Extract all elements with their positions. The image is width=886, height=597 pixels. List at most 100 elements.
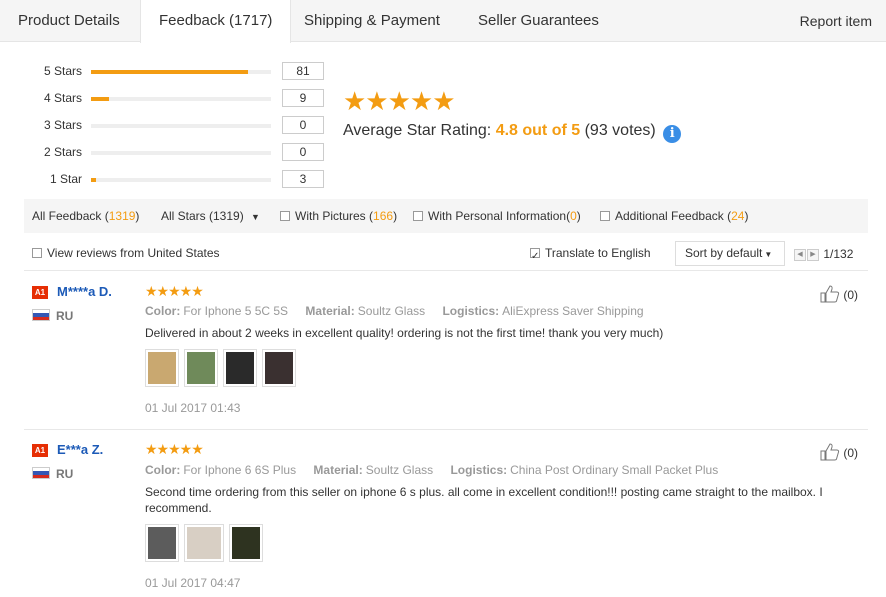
- average-rating: Average Star Rating: 4.8 out of 5 (93 vo…: [343, 122, 682, 143]
- attr-label: Color:: [145, 463, 181, 477]
- rating-label: 1 Star: [49, 172, 82, 186]
- helpful-button[interactable]: (0): [820, 443, 858, 461]
- rating-count: 81: [282, 62, 324, 80]
- filter-personal-info[interactable]: With Personal Information(0): [413, 199, 581, 233]
- filter-count: 24: [731, 209, 745, 223]
- rating-bar-fill: [91, 97, 109, 101]
- review-text: Delivered in about 2 weeks in excellent …: [145, 326, 664, 340]
- page-indicator: 1/132: [823, 247, 854, 261]
- chevron-down-icon: ▼: [251, 212, 260, 222]
- review-date: 01 Jul 2017 01:43: [145, 401, 241, 415]
- rating-row-4[interactable]: 4 Stars 9: [0, 89, 330, 109]
- rating-count: 3: [282, 170, 324, 188]
- average-stars: ★★★★★: [343, 86, 456, 116]
- review-photo-thumbnail[interactable]: [229, 524, 263, 562]
- rating-bar-fill: [91, 70, 248, 74]
- filter-all-feedback[interactable]: All Feedback (1319): [32, 199, 139, 233]
- translate-option[interactable]: Translate to English: [530, 241, 651, 269]
- filter-label: All Feedback: [32, 209, 102, 223]
- all-stars-label: All Stars (1319): [161, 209, 244, 223]
- review-stars: ★★★★★: [145, 441, 204, 457]
- filter-count: 0: [570, 209, 577, 223]
- attr-label: Color:: [145, 304, 181, 318]
- rating-bar: [91, 151, 271, 155]
- checkbox-checked[interactable]: [530, 245, 540, 269]
- attr-label: Logistics:: [450, 463, 508, 477]
- reviewer-name[interactable]: M****a D.: [57, 284, 112, 299]
- review-photo-thumbnail[interactable]: [145, 524, 179, 562]
- info-icon[interactable]: i: [663, 125, 682, 143]
- review-attributes: Color: For Iphone 6 6S Plus Material: Soul…: [145, 463, 718, 477]
- vote-count: (93 votes): [584, 122, 656, 139]
- pager: ◀ ▶ 1/132: [794, 247, 853, 261]
- rating-row-1[interactable]: 1 Star 3: [0, 170, 330, 190]
- all-stars-dropdown[interactable]: All Stars (1319) ▼: [161, 199, 260, 234]
- attr-label: Logistics:: [442, 304, 500, 318]
- rating-bar: [91, 124, 271, 128]
- filter-label: With Personal Information: [428, 209, 567, 223]
- level-badge: A1: [32, 286, 48, 299]
- filter-count: 166: [373, 209, 394, 223]
- rating-count: 9: [282, 89, 324, 107]
- thumbs-up-icon: [820, 285, 840, 303]
- sort-select[interactable]: Sort by default ▼: [675, 241, 785, 266]
- prev-page-button[interactable]: ◀: [794, 248, 806, 261]
- checkbox[interactable]: [413, 211, 423, 221]
- rating-label: 3 Stars: [43, 118, 82, 132]
- tab-product-details[interactable]: Product Details: [0, 0, 138, 42]
- helpful-count: (0): [843, 446, 858, 460]
- tab-seller-guarantees[interactable]: Seller Guarantees: [460, 0, 617, 42]
- rating-label: 2 Stars: [43, 145, 82, 159]
- review-photos: [145, 349, 301, 387]
- review-photo-thumbnail[interactable]: [223, 349, 257, 387]
- checkbox[interactable]: [280, 211, 290, 221]
- helpful-button[interactable]: (0): [820, 285, 858, 303]
- rating-bar: [91, 178, 271, 182]
- attr-label: Material:: [313, 463, 363, 477]
- rating-label: 4 Stars: [43, 91, 82, 105]
- review-photo-thumbnail[interactable]: [184, 524, 224, 562]
- rating-row-5[interactable]: 5 Stars 81: [0, 62, 330, 82]
- checkbox[interactable]: [600, 211, 610, 221]
- reviewer-country: RU: [56, 309, 74, 323]
- rating-bar: [91, 97, 271, 101]
- attr-material: Soultz Glass: [365, 463, 434, 477]
- tab-shipping-payment[interactable]: Shipping & Payment: [286, 0, 458, 42]
- review-photo-thumbnail[interactable]: [184, 349, 218, 387]
- filter-label: With Pictures: [295, 209, 366, 223]
- next-page-button[interactable]: ▶: [807, 248, 819, 261]
- level-badge: A1: [32, 444, 48, 457]
- report-item-link[interactable]: Report item: [800, 0, 872, 42]
- filter-additional[interactable]: Additional Feedback (24): [600, 199, 748, 233]
- review-text: Second time ordering from this seller on…: [145, 485, 823, 515]
- attr-logistics: AliExpress Saver Shipping: [502, 304, 644, 318]
- review-date: 01 Jul 2017 04:47: [145, 576, 241, 590]
- rating-bar-fill: [91, 178, 97, 182]
- attr-color: For Iphone 5 5C 5S: [183, 304, 289, 318]
- russia-flag-icon: [32, 467, 50, 479]
- checkbox[interactable]: [32, 248, 42, 258]
- reviewer-country: RU: [56, 467, 74, 481]
- review-stars: ★★★★★: [145, 283, 204, 299]
- view-us-option[interactable]: View reviews from United States: [32, 241, 220, 265]
- rating-bar: [91, 70, 271, 74]
- view-us-label: View reviews from United States: [47, 246, 220, 260]
- rating-row-3[interactable]: 3 Stars 0: [0, 116, 330, 136]
- tab-feedback[interactable]: Feedback (1717): [140, 0, 292, 43]
- filter-label: Additional Feedback: [615, 209, 724, 223]
- helpful-count: (0): [843, 288, 858, 302]
- review-photo-thumbnail[interactable]: [262, 349, 296, 387]
- translate-label: Translate to English: [545, 246, 651, 260]
- rating-count: 0: [282, 143, 324, 161]
- rating-label: 5 Stars: [43, 64, 82, 78]
- average-score: 4.8 out of 5: [495, 122, 581, 139]
- reviewer-name[interactable]: E***a Z.: [57, 442, 103, 457]
- russia-flag-icon: [32, 309, 50, 321]
- filter-with-pictures[interactable]: With Pictures (166): [280, 199, 397, 233]
- filter-count: 1319: [108, 209, 136, 223]
- attr-logistics: China Post Ordinary Small Packet Plus: [510, 463, 719, 477]
- review-photo-thumbnail[interactable]: [145, 349, 179, 387]
- rating-row-2[interactable]: 2 Stars 0: [0, 143, 330, 163]
- sort-label: Sort by default: [685, 246, 763, 260]
- attr-label: Material:: [305, 304, 355, 318]
